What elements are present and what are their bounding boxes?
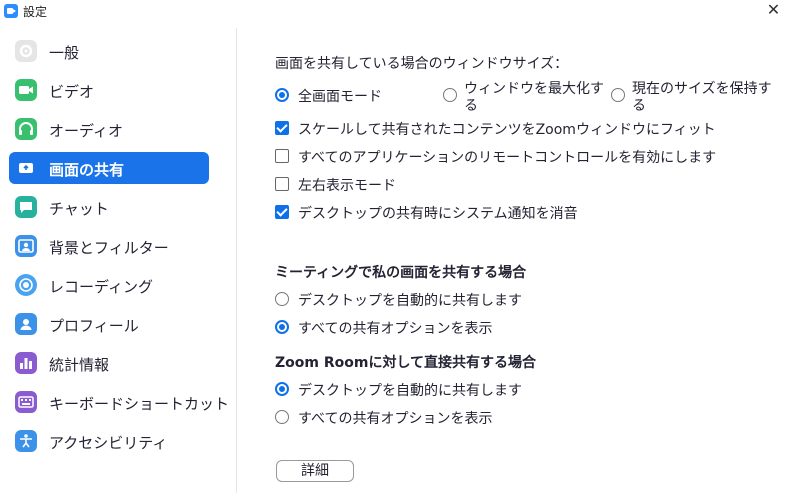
sidebar-item-label: レコーディング [49,278,153,296]
video-icon [15,79,37,101]
sidebar-item-audio[interactable]: オーディオ [9,113,209,145]
sidebar-item-label: 背景とフィルター [49,239,169,257]
radio-meeting-auto-share-label: デスクトップを自動的に共有します [298,293,522,309]
close-button[interactable]: ✕ [762,0,785,22]
checkbox-mute-notifications[interactable] [275,205,289,219]
checkbox-remote-control[interactable] [275,149,289,163]
sidebar-item-general[interactable]: 一般 [9,35,209,67]
radio-maximize[interactable] [443,88,457,102]
keyboard-icon [15,391,37,413]
share-screen-icon [15,157,37,179]
window-title: 設定 [23,5,48,19]
background-icon [15,235,37,257]
radio-room-auto-share-label: デスクトップを自動的に共有します [298,383,522,399]
gear-icon [15,40,37,62]
sidebar-item-label: チャット [49,200,109,218]
checkbox-scale-to-fit-label: スケールして共有されたコンテンツをZoomウィンドウにフィット [298,122,716,138]
radio-meeting-auto-share[interactable] [275,292,289,306]
profile-icon [15,313,37,335]
radio-meeting-show-options[interactable] [275,320,289,334]
radio-room-auto-share[interactable] [275,382,289,396]
sidebar-item-profile[interactable]: プロフィール [9,308,209,340]
sidebar-item-background[interactable]: 背景とフィルター [9,230,209,262]
window-size-label: 画面を共有している場合のウィンドウサイズ： [275,56,569,72]
radio-keep-size-label-cont: る [632,98,646,114]
radio-room-show-options-label: すべての共有オプションを表示 [298,411,493,427]
sidebar-item-chat[interactable]: チャット [9,191,209,223]
checkbox-remote-control-label: すべてのアプリケーションのリモートコントロールを有効にします [298,150,717,166]
sidebar-item-accessibility[interactable]: アクセシビリティ [9,425,209,457]
radio-fullscreen-label: 全画面モード [298,89,382,105]
sidebar-item-keyboard-shortcuts[interactable]: キーボードショートカット [9,386,229,418]
sidebar-item-statistics[interactable]: 統計情報 [9,347,209,379]
radio-room-show-options[interactable] [275,410,289,424]
checkbox-mute-notifications-label: デスクトップの共有時にシステム通知を消音 [298,206,578,222]
chat-icon [15,196,37,218]
sidebar-item-label: オーディオ [49,122,123,140]
zoom-room-header: Zoom Roomに対して直接共有する場合 [275,355,537,371]
settings-sidebar: 一般 ビデオ オーディオ 画面の共有 チャット 背景とフィルター レコーディング… [0,28,237,493]
record-icon [15,274,37,296]
share-screen-settings: 画面を共有している場合のウィンドウサイズ： 全画面モード ウィンドウを最大化す … [237,28,785,493]
headphones-icon [15,118,37,140]
meeting-share-header: ミーティングで私の画面を共有する場合 [275,265,527,281]
checkbox-side-by-side[interactable] [275,177,289,191]
advanced-button[interactable]: 詳細 [276,460,354,482]
checkbox-scale-to-fit[interactable] [275,121,289,135]
radio-meeting-show-options-label: すべての共有オプションを表示 [298,321,493,337]
sidebar-item-label: 一般 [49,44,80,62]
radio-maximize-label: ウィンドウを最大化す [464,81,604,97]
sidebar-item-label: プロフィール [49,317,139,335]
radio-maximize-label-cont: る [464,98,478,114]
statistics-icon [15,352,37,374]
sidebar-item-label: キーボードショートカット [49,395,230,413]
accessibility-icon [15,430,37,452]
title-bar: 設定 ✕ [0,0,785,22]
zoom-app-icon [4,4,18,18]
checkbox-side-by-side-label: 左右表示モード [298,178,396,194]
sidebar-item-label: アクセシビリティ [49,434,168,452]
sidebar-item-label: ビデオ [49,83,95,101]
sidebar-item-label: 統計情報 [49,356,110,374]
sidebar-item-share-screen[interactable]: 画面の共有 [9,152,209,184]
radio-fullscreen[interactable] [275,88,289,102]
radio-keep-size[interactable] [611,88,625,102]
radio-keep-size-label: 現在のサイズを保持す [632,81,772,97]
sidebar-item-label: 画面の共有 [49,161,125,179]
sidebar-item-video[interactable]: ビデオ [9,74,209,106]
sidebar-item-recording[interactable]: レコーディング [9,269,209,301]
